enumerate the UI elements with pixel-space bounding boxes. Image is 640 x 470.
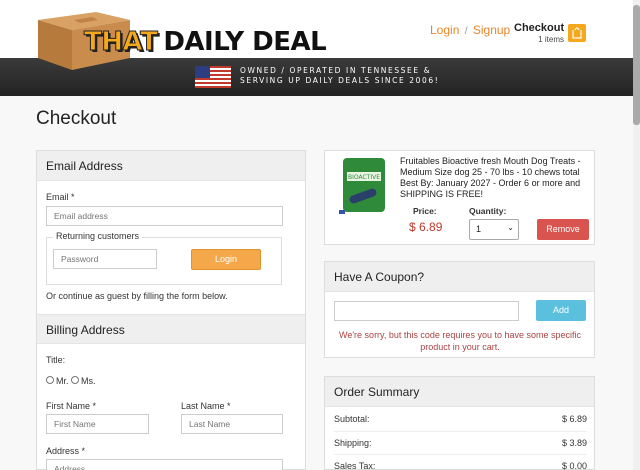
- page-title: Checkout: [36, 108, 117, 129]
- title-label: Title:: [46, 355, 66, 365]
- email-input[interactable]: [46, 206, 283, 226]
- item-price: $ 6.89: [409, 220, 443, 234]
- banner-line-1: OWNED / OPERATED IN TENNESSEE &: [240, 66, 432, 75]
- summary-label: Subtotal:: [334, 414, 370, 424]
- summary-row-subtotal: Subtotal: $ 6.89: [334, 408, 587, 424]
- quantity-label: Quantity:: [469, 206, 507, 216]
- summary-label: Shipping:: [334, 438, 372, 448]
- checkout-form-panel: Email Address Email * Returning customer…: [36, 150, 306, 470]
- site-logo[interactable]: THAT DAILY DEAL: [83, 26, 327, 58]
- remove-button[interactable]: Remove: [537, 219, 589, 240]
- billing-section-title: Billing Address: [37, 314, 305, 344]
- account-links: Login / Signup: [430, 23, 510, 37]
- product-description: Fruitables Bioactive fresh Mouth Dog Tre…: [400, 156, 581, 199]
- header-checkout-label: Checkout: [514, 22, 565, 34]
- password-input[interactable]: [53, 249, 157, 269]
- coupon-input[interactable]: [334, 301, 519, 321]
- scrollbar-thumb[interactable]: [633, 5, 640, 125]
- login-link[interactable]: Login: [430, 23, 459, 37]
- summary-value: $ 3.89: [561, 438, 587, 448]
- header-cart[interactable]: Checkout 1 items: [514, 22, 564, 44]
- banner-text: OWNED / OPERATED IN TENNESSEE & SERVING …: [240, 66, 439, 86]
- logo-daily-deal: DAILY DEAL: [163, 27, 327, 57]
- address-label: Address *: [46, 446, 86, 456]
- email-section-title: Email Address: [37, 151, 305, 181]
- signup-link[interactable]: Signup: [473, 23, 510, 37]
- radio-mr-label: Mr.: [56, 376, 69, 386]
- summary-label: Sales Tax:: [334, 461, 376, 470]
- login-separator: /: [464, 26, 468, 37]
- radio-ms[interactable]: [71, 376, 79, 384]
- summary-value: $ 0.00: [561, 461, 587, 470]
- product-image[interactable]: BIOACTIVE: [339, 158, 389, 216]
- us-flag-icon: [195, 66, 231, 88]
- order-summary-title: Order Summary: [325, 377, 594, 407]
- summary-row-shipping: Shipping: $ 3.89: [334, 431, 587, 448]
- summary-row-sales-tax: Sales Tax: $ 0.00: [334, 454, 587, 470]
- page-scrollbar[interactable]: [633, 0, 640, 470]
- shopping-bag-icon[interactable]: [568, 24, 586, 42]
- first-name-label: First Name *: [46, 401, 97, 411]
- address-input[interactable]: [46, 459, 283, 470]
- chevron-down-icon: ⌄: [507, 223, 514, 232]
- radio-mr[interactable]: [46, 376, 54, 384]
- order-summary-panel: Order Summary Subtotal: $ 6.89 Shipping:…: [324, 376, 595, 470]
- login-button[interactable]: Login: [191, 249, 261, 270]
- price-label: Price:: [413, 206, 437, 216]
- banner-line-2: SERVING UP DAILY DEALS SINCE 2006!: [240, 76, 440, 85]
- coupon-error-message: We're sorry, but this code requires you …: [339, 330, 581, 352]
- coupon-title: Have A Coupon?: [325, 262, 594, 292]
- product-brand-text: BIOACTIVE: [348, 174, 380, 181]
- first-name-input[interactable]: [46, 414, 149, 434]
- returning-customers-legend: Returning customers: [53, 231, 143, 241]
- radio-ms-label: Ms.: [81, 376, 96, 386]
- last-name-input[interactable]: [181, 414, 283, 434]
- add-coupon-button[interactable]: Add: [536, 300, 586, 321]
- quantity-value: 1: [476, 224, 482, 234]
- last-name-label: Last Name *: [181, 401, 231, 411]
- email-label: Email *: [46, 192, 75, 202]
- quantity-select[interactable]: 1 ⌄: [469, 219, 519, 240]
- cart-item-card: BIOACTIVE Fruitables Bioactive fresh Mou…: [324, 150, 595, 245]
- logo-that: THAT: [83, 27, 158, 58]
- coupon-panel: Have A Coupon? Add We're sorry, but this…: [324, 261, 595, 358]
- header-items-count: 1 items: [538, 35, 564, 44]
- guest-note: Or continue as guest by filling the form…: [46, 291, 228, 301]
- summary-value: $ 6.89: [561, 414, 587, 424]
